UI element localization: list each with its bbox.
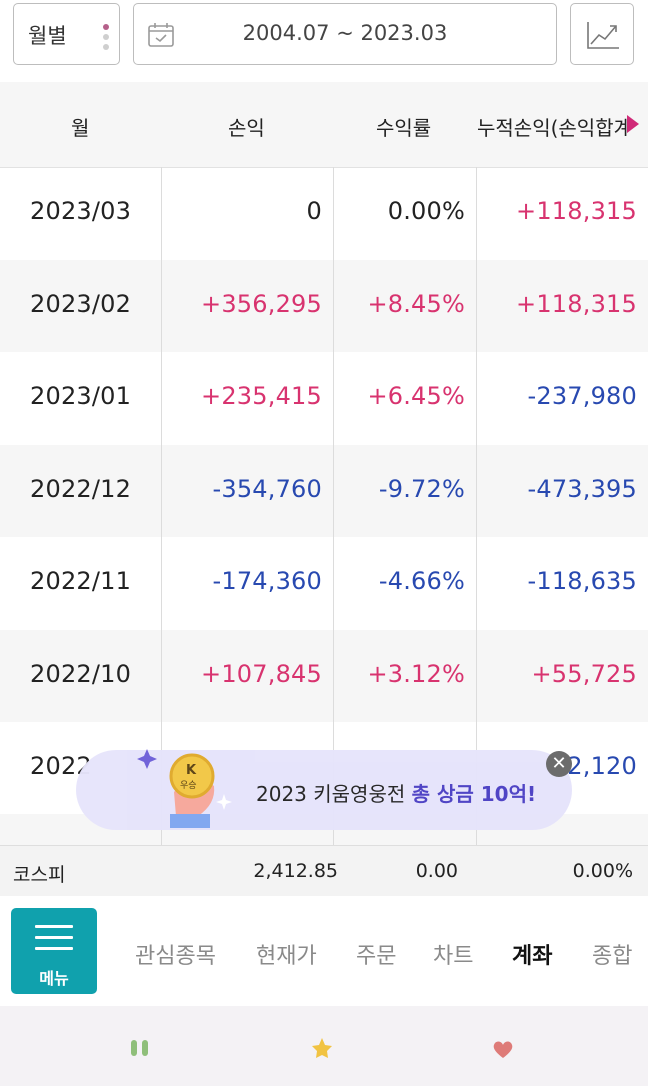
column-divider — [476, 167, 477, 845]
system-nav-bar — [0, 1006, 648, 1086]
kospi-label: 코스피 — [13, 864, 66, 886]
nav-overview[interactable]: 종합 — [592, 938, 648, 970]
header-pl: 손익 — [228, 116, 265, 140]
period-type-label: 월별 — [28, 24, 67, 48]
row-return-rate: +6.45% — [367, 382, 465, 410]
row-cumulative: 2,120 — [567, 752, 637, 780]
banner-text-emphasis: 총 상금 10억! — [411, 782, 537, 806]
row-cumulative: +55,725 — [531, 660, 637, 688]
home-star-icon[interactable] — [310, 1037, 334, 1059]
nav-current-price[interactable]: 현재가 — [256, 938, 317, 970]
table-row[interactable]: 2022/11 -174,360 -4.66% -118,635 — [0, 537, 648, 629]
table-row[interactable]: 2022/12 -354,760 -9.72% -473,395 — [0, 445, 648, 537]
kospi-change: 0.00 — [415, 860, 458, 882]
table-row[interactable]: 2023/01 +235,415 +6.45% -237,980 — [0, 352, 648, 444]
banner-text-plain: 2023 키움영웅전 — [256, 782, 412, 806]
row-month: 2023/03 — [30, 197, 132, 225]
row-month: 2023/02 — [30, 290, 132, 318]
table-row[interactable]: 2022/10 +107,845 +3.12% +55,725 — [0, 630, 648, 722]
row-month: 2023/01 — [30, 382, 132, 410]
row-cumulative: -118,635 — [527, 567, 637, 595]
row-return-rate: 0.00% — [387, 197, 465, 225]
row-cumulative: +118,315 — [516, 290, 637, 318]
row-return-rate: -4.66% — [378, 567, 465, 595]
period-type-select[interactable]: 월별 — [13, 3, 120, 65]
filter-bar: 월별 2004.07 ~ 2023.03 — [0, 0, 648, 78]
row-profit-loss: -174,360 — [212, 567, 322, 595]
line-chart-icon — [587, 22, 619, 49]
menu-button[interactable]: 메뉴 — [11, 908, 97, 994]
table-header: 월 손익 수익률 누적손익(손익합계 — [0, 82, 648, 168]
header-cumulative: 누적손익(손익합계 — [477, 116, 627, 140]
back-heart-icon[interactable] — [491, 1039, 515, 1059]
promo-banner[interactable]: K 우승 2023 키움영웅전 총 상금 10억! — [76, 749, 572, 830]
row-cumulative: +118,315 — [516, 197, 637, 225]
kospi-ticker[interactable]: 코스피 2,412.85 0.00 0.00% — [0, 845, 648, 897]
trophy-hand-icon: K 우승 — [137, 749, 232, 828]
row-profit-loss: +235,415 — [201, 382, 322, 410]
bottom-menu-bar: 메뉴 관심종목 현재가 주문 차트 계좌 종합 — [0, 896, 648, 1006]
kospi-rate: 0.00% — [572, 860, 633, 882]
hamburger-icon — [35, 925, 73, 958]
nav-chart[interactable]: 차트 — [433, 938, 473, 970]
row-month: 2022/10 — [30, 660, 132, 688]
date-range-text: 2004.07 ~ 2023.03 — [242, 21, 448, 45]
column-divider — [333, 167, 334, 845]
row-profit-loss: 0 — [306, 197, 322, 225]
menu-label: 메뉴 — [39, 969, 69, 988]
table-row[interactable]: 2023/03 0 0.00% +118,315 — [0, 167, 648, 259]
row-month: 2022/11 — [30, 567, 132, 595]
nav-account[interactable]: 계좌 — [512, 938, 552, 970]
badge-caption: 우승 — [180, 780, 197, 791]
banner-text: 2023 키움영웅전 총 상금 10억! — [256, 778, 536, 807]
header-month: 월 — [71, 116, 90, 140]
row-return-rate: -9.72% — [378, 475, 465, 503]
row-profit-loss: +356,295 — [201, 290, 322, 318]
date-range-picker[interactable]: 2004.07 ~ 2023.03 — [133, 3, 557, 65]
row-return-rate: +8.45% — [367, 290, 465, 318]
row-cumulative: -473,395 — [527, 475, 637, 503]
more-dots-icon — [103, 24, 109, 54]
row-profit-loss: +107,845 — [201, 660, 322, 688]
header-rate: 수익률 — [376, 116, 432, 140]
nav-order[interactable]: 주문 — [356, 938, 396, 970]
row-cumulative: -237,980 — [527, 382, 637, 410]
header-scroll-arrow-icon[interactable] — [627, 115, 639, 133]
kospi-value: 2,412.85 — [253, 860, 338, 882]
chart-view-button[interactable] — [570, 3, 634, 65]
nav-watchlist[interactable]: 관심종목 — [135, 938, 216, 970]
row-return-rate: +3.12% — [367, 660, 465, 688]
recents-icon[interactable] — [129, 1038, 153, 1058]
badge-letter: K — [186, 763, 197, 778]
row-month: 2022/12 — [30, 475, 132, 503]
close-icon[interactable]: ✕ — [546, 751, 572, 777]
table-row[interactable]: 2023/02 +356,295 +8.45% +118,315 — [0, 260, 648, 352]
row-profit-loss: -354,760 — [212, 475, 322, 503]
